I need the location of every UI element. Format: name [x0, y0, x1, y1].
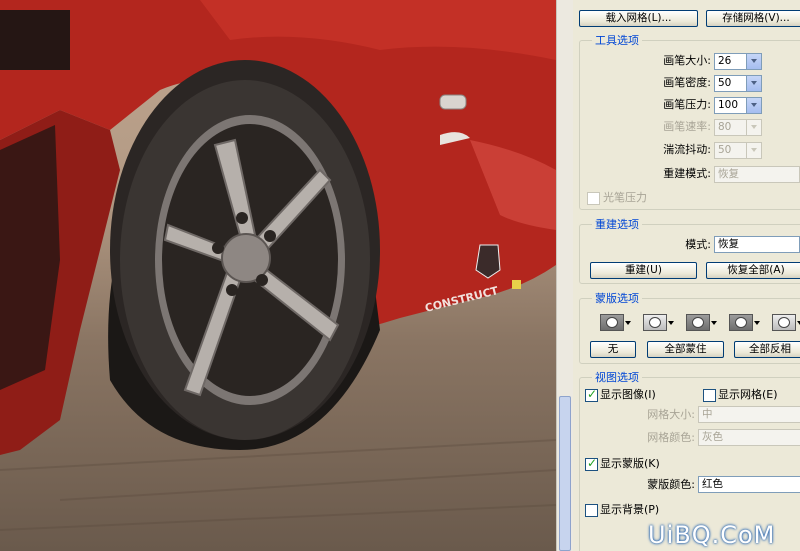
- show-backdrop-checkbox[interactable]: [585, 504, 598, 517]
- reconstruct-options-title: 重建选项: [592, 218, 642, 231]
- mask-intersect-icon: [729, 314, 753, 331]
- mask-none-button[interactable]: 无: [590, 341, 636, 358]
- mask-subtract-icon: [686, 314, 710, 331]
- brush-density-combo[interactable]: 50: [714, 75, 762, 92]
- scrollbar-thumb[interactable]: [559, 396, 571, 551]
- liquify-options-panel: 载入网格(L)... 存储网格(V)... 工具选项 画笔大小: 26 画笔密度…: [573, 0, 800, 551]
- load-mesh-button[interactable]: 载入网格(L)...: [579, 10, 698, 27]
- brush-size-combo[interactable]: 26: [714, 53, 762, 70]
- show-mesh-label[interactable]: 显示网格(E): [718, 388, 778, 402]
- chevron-down-icon[interactable]: [746, 54, 761, 69]
- chevron-down-icon: [746, 143, 761, 158]
- mode-label: 模式:: [685, 238, 711, 251]
- stylus-pressure-label: 光笔压力: [603, 191, 647, 204]
- mask-add-icon: [643, 314, 667, 331]
- show-image-label[interactable]: 显示图像(I): [600, 388, 656, 402]
- brush-size-value: 26: [718, 55, 732, 67]
- tool-options-title: 工具选项: [592, 34, 642, 47]
- mode-select[interactable]: 恢复: [714, 236, 800, 253]
- brush-pressure-value: 100: [718, 99, 739, 111]
- chevron-down-icon[interactable]: [746, 98, 761, 113]
- mask-options-title: 蒙版选项: [592, 292, 642, 305]
- chevron-down-icon[interactable]: [746, 76, 761, 91]
- vertical-scrollbar[interactable]: [556, 0, 573, 551]
- show-mask-label[interactable]: 显示蒙版(K): [600, 457, 660, 471]
- chevron-down-icon[interactable]: [668, 321, 674, 325]
- mask-invert-icon: [772, 314, 796, 331]
- save-mesh-button[interactable]: 存储网格(V)...: [706, 10, 800, 27]
- brush-pressure-label: 画笔压力:: [663, 98, 711, 111]
- brush-rate-value: 80: [718, 121, 732, 133]
- mask-add-button[interactable]: [643, 314, 674, 331]
- chevron-down-icon[interactable]: [625, 321, 631, 325]
- mesh-size-label: 网格大小:: [647, 408, 695, 421]
- invert-all-button[interactable]: 全部反相: [734, 341, 800, 358]
- chevron-down-icon: [746, 120, 761, 135]
- turbulent-jitter-value: 50: [718, 144, 732, 156]
- show-image-checkbox[interactable]: [585, 387, 598, 402]
- reconstruct-mode-label: 重建模式:: [663, 167, 711, 180]
- brush-density-value: 50: [718, 77, 732, 89]
- brush-rate-label: 画笔速率:: [663, 120, 711, 133]
- brush-rate-combo: 80: [714, 119, 762, 136]
- watermark-logo: UiBQ.CoM: [648, 521, 776, 549]
- car-photo: CONSTRUCT: [0, 0, 556, 531]
- mask-replace-button[interactable]: [600, 314, 631, 331]
- show-backdrop-label[interactable]: 显示背景(P): [600, 503, 659, 517]
- mesh-color-field: 灰色: [698, 429, 800, 446]
- mesh-size-field: 中: [698, 406, 800, 423]
- brush-pressure-combo[interactable]: 100: [714, 97, 762, 114]
- turbulent-jitter-combo: 50: [714, 142, 762, 159]
- chevron-down-icon[interactable]: [754, 321, 760, 325]
- mask-subtract-button[interactable]: [686, 314, 717, 331]
- photo-canvas[interactable]: CONSTRUCT: [0, 0, 556, 551]
- mask-color-select[interactable]: 红色: [698, 476, 800, 493]
- brush-density-label: 画笔密度:: [663, 76, 711, 89]
- restore-all-button[interactable]: 恢复全部(A): [706, 262, 800, 279]
- mask-all-button[interactable]: 全部蒙住: [647, 341, 724, 358]
- view-options-title: 视图选项: [592, 371, 642, 384]
- chevron-down-icon[interactable]: [711, 321, 717, 325]
- stylus-pressure-checkbox: [587, 192, 600, 205]
- mask-replace-icon: [600, 314, 624, 331]
- turbulent-jitter-label: 湍流抖动:: [663, 143, 711, 156]
- mask-color-label: 蒙版颜色:: [647, 478, 695, 491]
- show-mesh-checkbox[interactable]: [703, 389, 716, 402]
- reconstruct-mode-field: 恢复: [714, 166, 800, 183]
- mesh-color-label: 网格颜色:: [647, 431, 695, 444]
- mask-intersect-button[interactable]: [729, 314, 760, 331]
- reconstruct-button[interactable]: 重建(U): [590, 262, 697, 279]
- show-mask-checkbox[interactable]: [585, 456, 598, 471]
- mask-invert-button[interactable]: [772, 314, 800, 331]
- brush-size-label: 画笔大小:: [663, 54, 711, 67]
